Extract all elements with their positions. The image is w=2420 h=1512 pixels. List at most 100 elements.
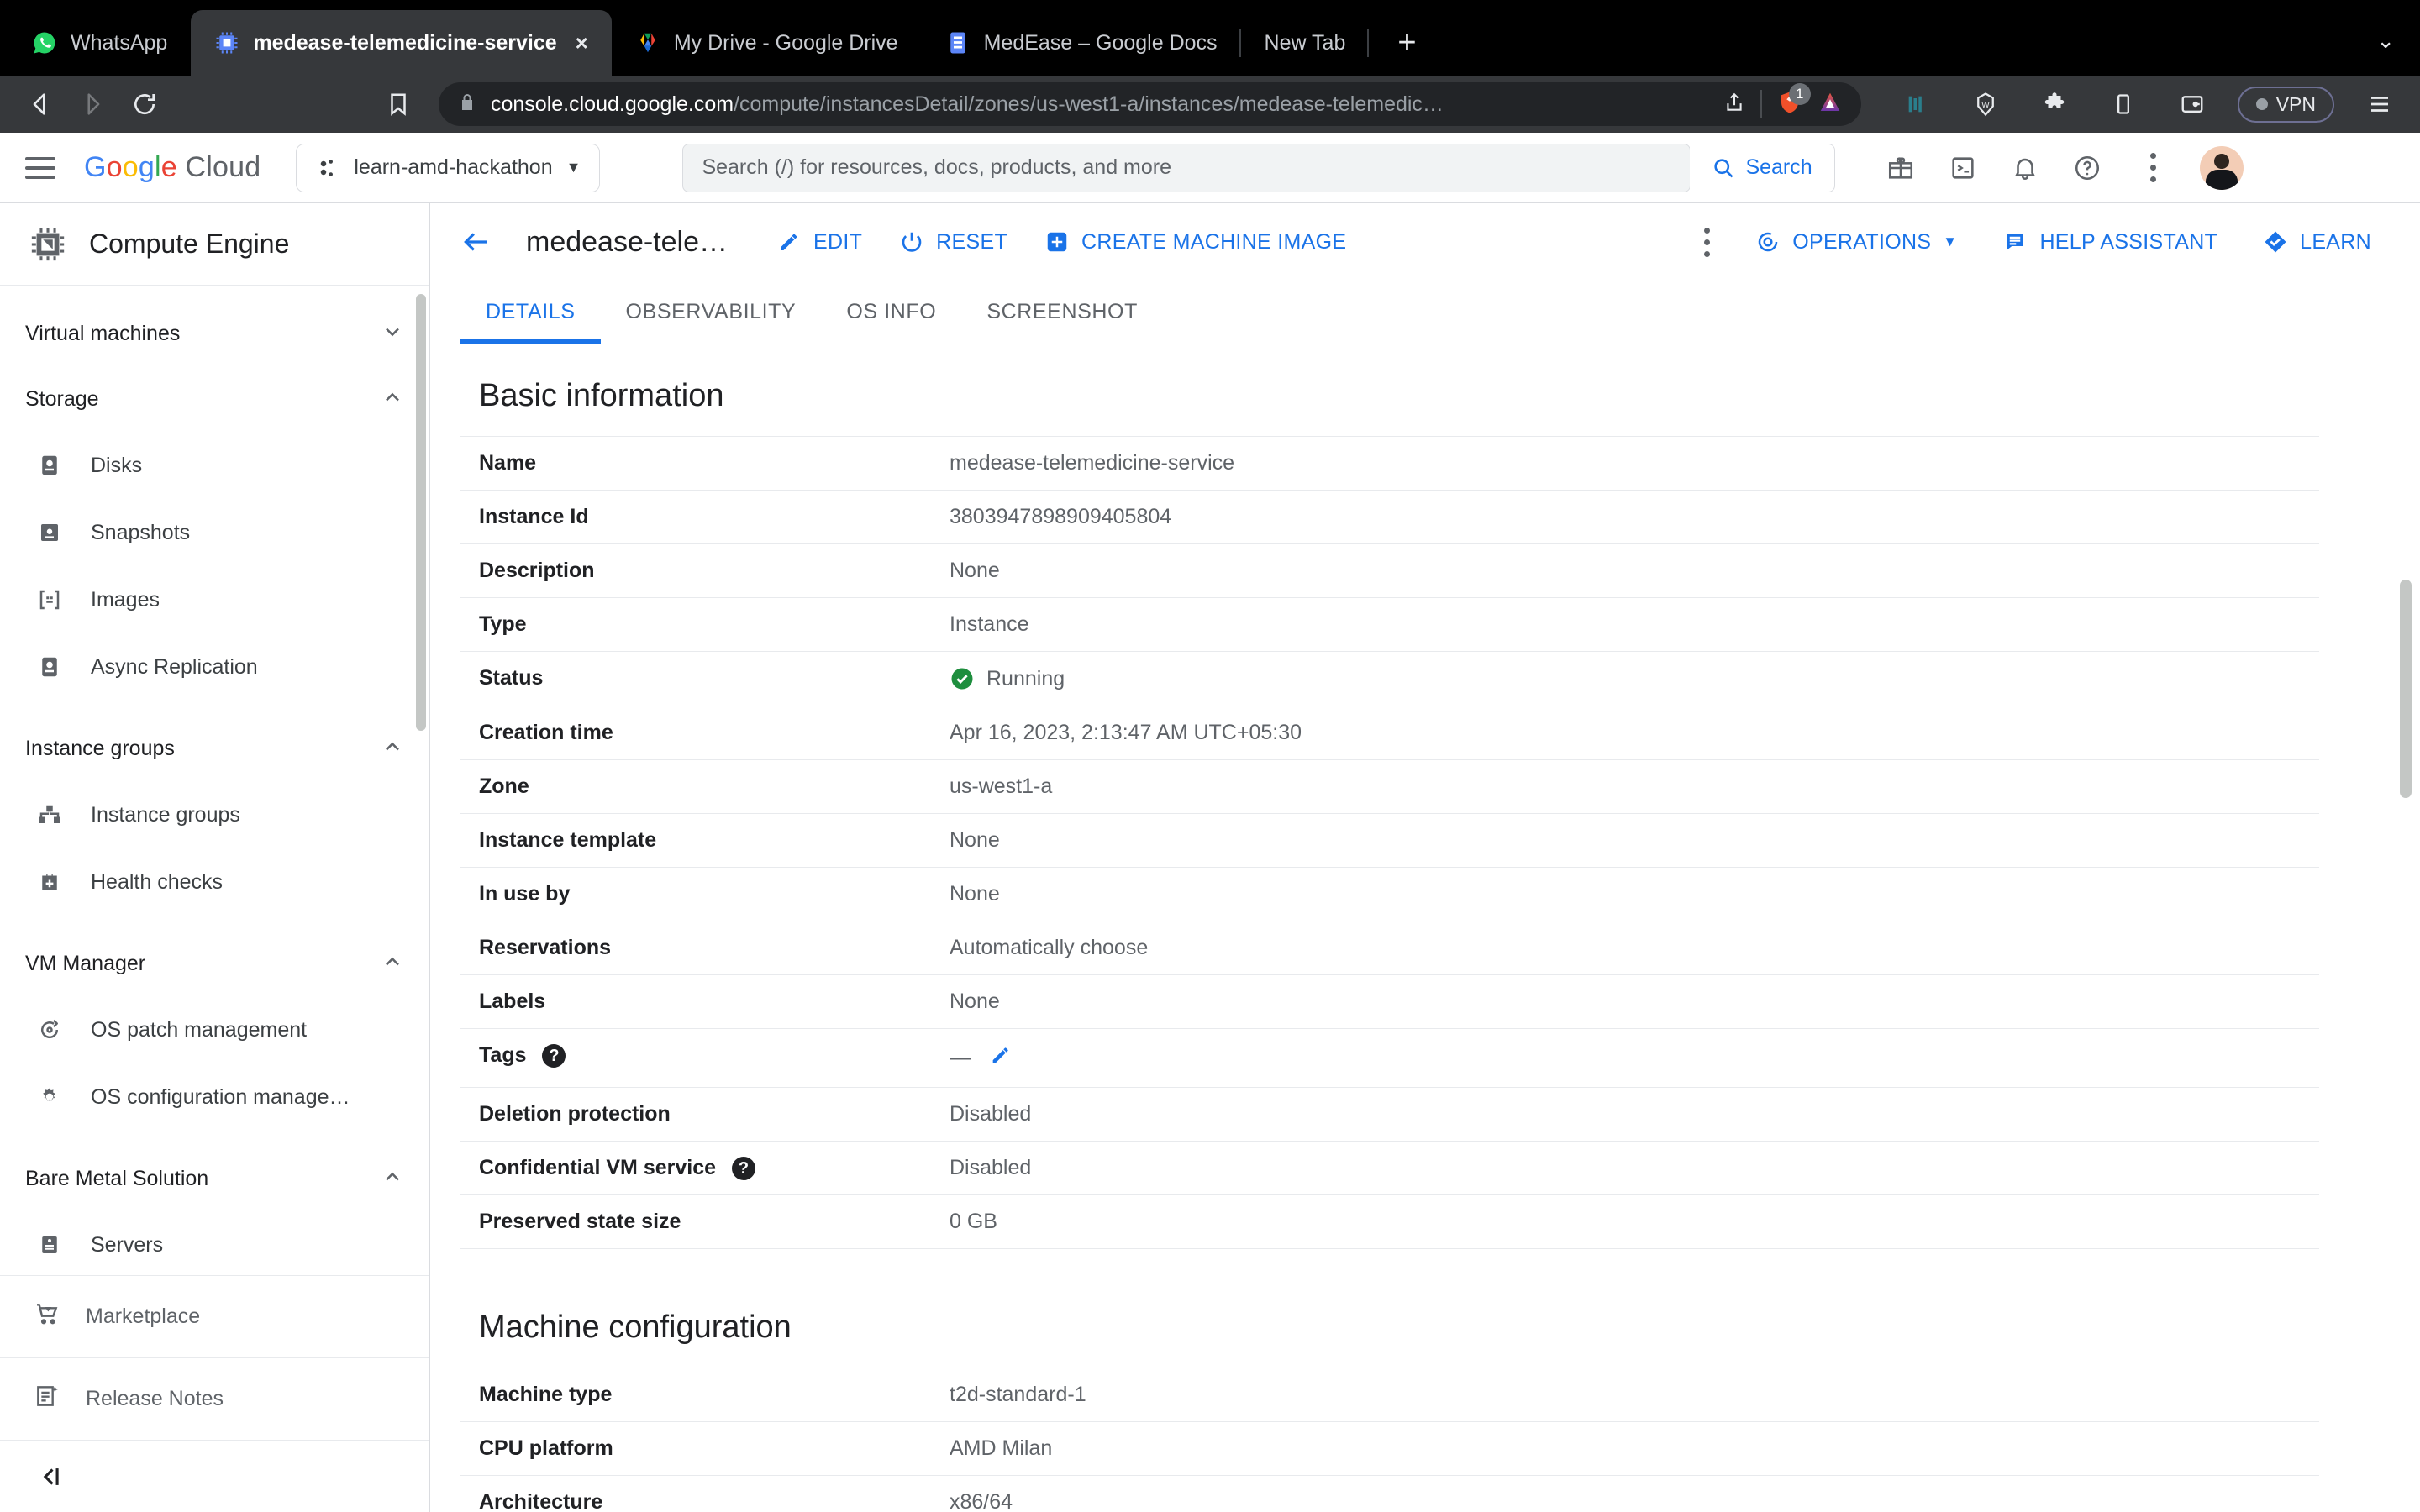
tab-os-info[interactable]: OS INFO [821, 281, 961, 344]
sidebar-item-release-notes[interactable]: Release Notes [0, 1357, 429, 1440]
collapse-panel-icon[interactable] [0, 1440, 429, 1512]
row-value: Automatically choose [950, 936, 1149, 959]
operations-button[interactable]: OPERATIONS ▼ [1737, 215, 1975, 269]
sidebar-group-storage[interactable]: Storage [0, 366, 429, 432]
tab-search-chevron-icon[interactable]: ⌄ [2376, 28, 2420, 76]
search-button[interactable]: Search [1690, 143, 1835, 192]
gcp-console: Google Cloud learn-amd-hackathon ▼ Searc… [0, 133, 2420, 1512]
sidebar-item-snapshots[interactable]: Snapshots [0, 499, 429, 566]
vpn-label: VPN [2275, 92, 2316, 115]
address-bar[interactable]: console.cloud.google.com/compute/instanc… [439, 82, 1861, 126]
sidebar-scroll-area: Virtual machines Storage Disks Snapshots… [0, 286, 429, 1275]
browser-tab-medease-google-docs[interactable]: MedEase – Google Docs [922, 10, 1241, 76]
more-vert-icon[interactable] [2131, 153, 2175, 182]
lock-icon [457, 92, 477, 117]
learn-button[interactable]: LEARN [2244, 215, 2390, 269]
sidebar: Compute Engine Virtual machines Storage [0, 203, 430, 1512]
sidebar-item-async-replication[interactable]: Async Replication [0, 633, 429, 701]
tab-details[interactable]: DETAILS [460, 281, 601, 344]
learn-label: LEARN [2300, 229, 2371, 254]
vpn-toggle[interactable]: VPN [2237, 86, 2334, 123]
mobile-device-icon[interactable] [2100, 81, 2147, 128]
row-value: Instance [950, 612, 1029, 636]
row-value: medease-telemedicine-service [950, 451, 1235, 475]
reset-button[interactable]: RESET [881, 215, 1026, 269]
chevron-up-icon [381, 386, 404, 412]
row-key: Architecture [479, 1490, 603, 1512]
table-row: Instance Id 3803947898909405804 [460, 491, 2319, 544]
sidebar-item-disks[interactable]: Disks [0, 432, 429, 499]
sidebar-item-os-patch-management[interactable]: OS patch management [0, 996, 429, 1063]
reload-icon[interactable] [121, 81, 168, 128]
gift-icon[interactable] [1882, 150, 1919, 186]
user-avatar[interactable] [2200, 145, 2244, 190]
edit-button[interactable]: EDIT [758, 215, 881, 269]
sidebar-item-label: OS patch management [91, 1017, 308, 1042]
sidebar-group-bare-metal-solution[interactable]: Bare Metal Solution [0, 1146, 429, 1211]
sidebar-panel-icon[interactable] [1893, 81, 1940, 128]
edit-tags-pencil-icon[interactable] [989, 1043, 1013, 1073]
cloud-shell-icon[interactable] [1944, 150, 1981, 186]
row-value: us-west1-a [950, 774, 1053, 798]
sidebar-group-virtual-machines[interactable]: Virtual machines [0, 301, 429, 366]
row-key: Instance template [479, 828, 657, 852]
browser-tab-medease-telemedicine-service[interactable]: medease-telemedicine-service × [191, 10, 612, 76]
notifications-bell-icon[interactable] [2007, 150, 2044, 186]
sidebar-item-instance-groups[interactable]: Instance groups [0, 781, 429, 848]
more-vert-icon[interactable] [1685, 227, 1728, 257]
main-content: medease-tele… EDIT RESET CREATE MACHINE … [430, 203, 2420, 1512]
share-icon[interactable] [1723, 92, 1745, 118]
wallet-w-icon[interactable]: W [1962, 81, 2009, 128]
whatsapp-icon [34, 32, 55, 54]
help-question-icon[interactable] [2069, 150, 2106, 186]
content-scrollbar-thumb[interactable] [2400, 580, 2412, 798]
brave-shields-icon[interactable]: 1 [1777, 82, 1811, 119]
page-title: medease-tele… [526, 225, 729, 258]
search-bar[interactable] [682, 143, 1691, 192]
help-question-icon[interactable]: ? [731, 1157, 755, 1181]
project-selector[interactable]: learn-amd-hackathon ▼ [296, 143, 601, 192]
row-value-status: Running [931, 652, 2319, 706]
brave-rewards-icon[interactable] [1818, 90, 1843, 119]
sidebar-scrollbar-thumb[interactable] [416, 294, 426, 731]
row-key: Zone [479, 774, 529, 798]
image-icon [34, 584, 66, 616]
table-row: Labels None [460, 975, 2319, 1029]
row-key: Tags [479, 1043, 527, 1067]
bookmark-icon[interactable] [375, 81, 422, 128]
search-input[interactable] [702, 155, 1672, 180]
google-cloud-logo[interactable]: Google Cloud [84, 151, 260, 184]
tab-close-icon[interactable]: × [576, 30, 588, 56]
back-arrow-icon[interactable] [17, 81, 64, 128]
sidebar-item-marketplace[interactable]: Marketplace [0, 1275, 429, 1357]
extensions-puzzle-icon[interactable] [2031, 81, 2078, 128]
table-row: Preserved state size 0 GB [460, 1195, 2319, 1249]
browser-tab-new-tab[interactable]: New Tab [1241, 10, 1370, 76]
help-question-icon[interactable]: ? [542, 1044, 566, 1068]
sidebar-group-label: Virtual machines [25, 321, 181, 345]
help-assistant-button[interactable]: HELP ASSISTANT [1984, 215, 2236, 269]
os-patch-icon [34, 1014, 66, 1046]
forward-arrow-icon[interactable] [69, 81, 116, 128]
new-tab-button[interactable]: + [1369, 27, 1444, 59]
sidebar-item-servers[interactable]: Servers [0, 1211, 429, 1275]
sidebar-item-images[interactable]: Images [0, 566, 429, 633]
sidebar-group-label: VM Manager [25, 951, 146, 975]
browser-tab-my-drive[interactable]: My Drive - Google Drive [612, 10, 922, 76]
brave-wallet-icon[interactable] [2169, 81, 2216, 128]
row-key: Deletion protection [479, 1102, 671, 1126]
table-row: Description None [460, 544, 2319, 598]
sidebar-item-health-checks[interactable]: Health checks [0, 848, 429, 916]
sidebar-item-os-configuration-management[interactable]: OS configuration manage… [0, 1063, 429, 1131]
create-machine-image-button[interactable]: CREATE MACHINE IMAGE [1026, 215, 1365, 269]
hamburger-menu-icon[interactable] [20, 148, 60, 188]
browser-tab-whatsapp[interactable]: WhatsApp [8, 10, 191, 76]
hamburger-menu-icon[interactable] [2356, 81, 2403, 128]
tab-screenshot[interactable]: SCREENSHOT [961, 281, 1163, 344]
sidebar-group-instance-groups[interactable]: Instance groups [0, 716, 429, 781]
table-row: Deletion protection Disabled [460, 1088, 2319, 1142]
tab-title: medease-telemedicine-service [253, 30, 557, 55]
sidebar-group-vm-manager[interactable]: VM Manager [0, 931, 429, 996]
back-arrow-icon[interactable] [460, 226, 508, 258]
tab-observability[interactable]: OBSERVABILITY [601, 281, 822, 344]
